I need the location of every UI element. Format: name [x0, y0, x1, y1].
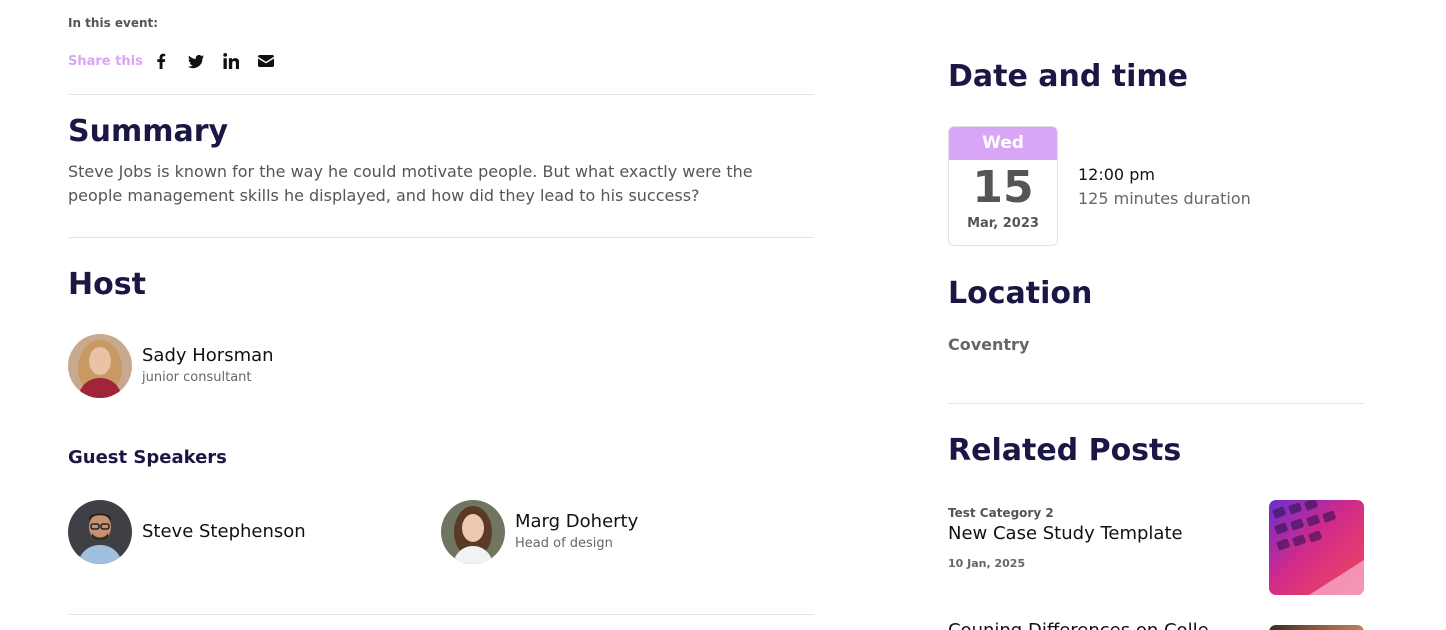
- guest-speaker-name: Marg Doherty: [515, 511, 639, 532]
- location-value: Coventry: [948, 335, 1030, 354]
- divider: [68, 237, 814, 238]
- divider: [68, 94, 814, 95]
- guest-speaker-role: Head of design: [515, 536, 613, 551]
- avatar: [68, 334, 132, 398]
- post-title-link[interactable]: Couning Differences on Colle: [948, 620, 1209, 630]
- avatar: [441, 500, 505, 564]
- share-label: Share this: [68, 53, 143, 69]
- post-thumbnail[interactable]: [1269, 500, 1364, 595]
- event-page: In this event: Share this Summary Steve …: [0, 0, 1446, 630]
- envelope-icon[interactable]: [256, 51, 276, 71]
- avatar: [68, 500, 132, 564]
- host-role: junior consultant: [142, 370, 252, 385]
- post-title-link[interactable]: New Case Study Template: [948, 523, 1183, 544]
- event-time: 12:00 pm: [1078, 165, 1155, 184]
- post-category[interactable]: Test Category 2: [948, 506, 1054, 520]
- host-card[interactable]: Sady Horsman junior consultant: [68, 334, 274, 398]
- post-date: 10 Jan, 2025: [948, 557, 1026, 570]
- guest-speakers-heading: Guest Speakers: [68, 447, 227, 468]
- host-heading: Host: [68, 267, 146, 302]
- divider: [68, 614, 814, 615]
- related-posts-heading: Related Posts: [948, 433, 1182, 468]
- location-heading: Location: [948, 276, 1093, 311]
- divider: [948, 403, 1364, 404]
- facebook-icon[interactable]: [151, 51, 171, 71]
- in-this-event-label: In this event:: [68, 16, 159, 30]
- event-duration: 125 minutes duration: [1078, 189, 1251, 208]
- guest-speaker-name: Steve Stephenson: [142, 521, 306, 542]
- guest-speaker-card[interactable]: Steve Stephenson: [68, 500, 306, 564]
- host-name: Sady Horsman: [142, 345, 274, 366]
- twitter-icon[interactable]: [186, 51, 206, 71]
- summary-text: Steve Jobs is known for the way he could…: [68, 162, 753, 205]
- calendar-month-year: Mar, 2023: [967, 216, 1039, 231]
- linkedin-icon[interactable]: [221, 51, 241, 71]
- date-time-heading: Date and time: [948, 59, 1189, 94]
- share-bar: Share this: [68, 50, 291, 72]
- calendar-date: 15: [972, 162, 1034, 213]
- summary-heading: Summary: [68, 114, 229, 149]
- guest-speaker-card[interactable]: Marg Doherty Head of design: [441, 500, 638, 564]
- calendar-date-badge: Wed 15 Mar, 2023: [948, 126, 1058, 246]
- post-thumbnail[interactable]: [1269, 625, 1364, 630]
- calendar-day: Wed: [949, 127, 1057, 160]
